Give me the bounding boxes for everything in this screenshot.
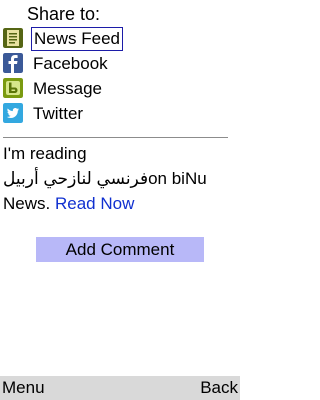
twitter-icon	[3, 103, 23, 123]
message-line-2: فرنسي لنازحي أربيلon biNu	[3, 166, 237, 191]
share-option-news-feed[interactable]: News Feed	[2, 27, 238, 52]
divider	[3, 137, 228, 138]
share-message: I'm reading فرنسي لنازحي أربيلon biNu Ne…	[3, 141, 237, 216]
share-option-label: News Feed	[31, 27, 123, 51]
menu-softkey[interactable]: Menu	[2, 376, 45, 400]
add-comment-button[interactable]: Add Comment	[36, 237, 204, 262]
back-softkey[interactable]: Back	[200, 376, 238, 400]
newsfeed-icon	[3, 28, 23, 48]
share-option-message[interactable]: Message	[2, 77, 238, 102]
share-option-label: Twitter	[33, 104, 84, 123]
share-option-label: Facebook	[33, 54, 108, 73]
article-title: فرنسي لنازحي أربيل	[3, 169, 149, 188]
softkey-bar: Menu Back	[0, 376, 240, 400]
share-options-list: News Feed Facebook Message Twitter	[2, 27, 238, 127]
message-line-1: I'm reading	[3, 144, 87, 163]
share-title: Share to:	[27, 4, 101, 24]
source-text: on biNu	[148, 169, 207, 188]
message-icon	[3, 78, 23, 98]
facebook-icon	[3, 53, 23, 73]
read-now-link[interactable]: Read Now	[55, 194, 134, 213]
share-option-label: Message	[33, 79, 102, 98]
share-option-twitter[interactable]: Twitter	[2, 102, 238, 127]
message-line-3: News. Read Now	[3, 191, 237, 216]
source-text: News.	[3, 194, 51, 213]
share-option-facebook[interactable]: Facebook	[2, 52, 238, 77]
